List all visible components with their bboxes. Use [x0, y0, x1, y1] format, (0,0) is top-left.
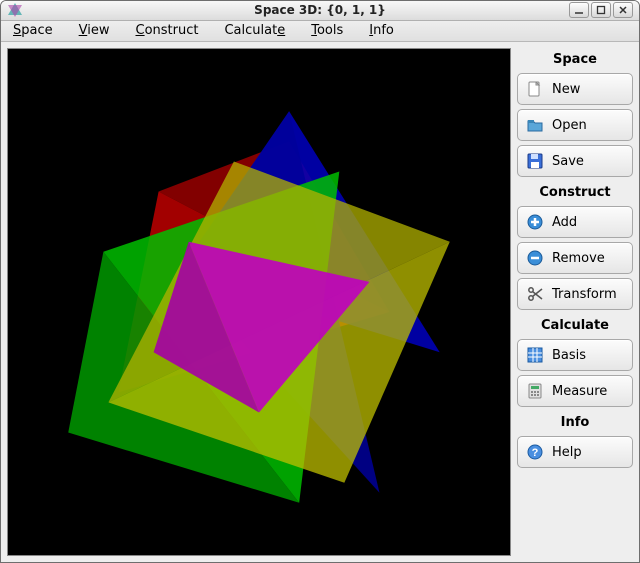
app-icon — [7, 2, 23, 18]
window-controls — [569, 2, 633, 18]
menu-construct[interactable]: Construct — [132, 21, 203, 40]
add-button-label: Add — [552, 215, 577, 230]
close-button[interactable] — [613, 2, 633, 18]
app-window: Space 3D: {0, 1, 1} Space View Construct Ca… — [0, 0, 640, 563]
titlebar: Space 3D: {0, 1, 1} — [1, 1, 639, 21]
floppy-icon — [526, 152, 544, 170]
menu-info[interactable]: Info — [365, 21, 398, 40]
add-button[interactable]: Add — [517, 206, 633, 238]
remove-button-label: Remove — [552, 251, 605, 266]
menu-tools[interactable]: Tools — [307, 21, 347, 40]
grid-icon — [526, 346, 544, 364]
measure-button-label: Measure — [552, 384, 607, 399]
file-icon — [526, 80, 544, 98]
window-title: Space 3D: {0, 1, 1} — [254, 3, 386, 17]
folder-icon — [526, 116, 544, 134]
menu-view[interactable]: View — [75, 21, 114, 40]
scissors-icon — [526, 285, 544, 303]
remove-button[interactable]: Remove — [517, 242, 633, 274]
maximize-button[interactable] — [591, 2, 611, 18]
sidebar: Space New Open Save Construct Add Remove Transf… — [517, 48, 633, 556]
svg-text:?: ? — [532, 447, 539, 459]
sidebar-header-construct: Construct — [517, 181, 633, 202]
calc-icon — [526, 382, 544, 400]
measure-button[interactable]: Measure — [517, 375, 633, 407]
menu-space[interactable]: Space — [9, 21, 57, 40]
sidebar-header-space: Space — [517, 48, 633, 69]
minus-icon — [526, 249, 544, 267]
new-button[interactable]: New — [517, 73, 633, 105]
help-button[interactable]: ? Help — [517, 436, 633, 468]
transform-button[interactable]: Transform — [517, 278, 633, 310]
help-button-label: Help — [552, 445, 582, 460]
open-button-label: Open — [552, 118, 587, 133]
minimize-button[interactable] — [569, 2, 589, 18]
save-button[interactable]: Save — [517, 145, 633, 177]
basis-button-label: Basis — [552, 348, 586, 363]
3d-viewport[interactable] — [7, 48, 511, 556]
help-icon: ? — [526, 443, 544, 461]
menubar: Space View Construct Calculate Tools Info — [1, 21, 639, 42]
content-area: Space New Open Save Construct Add Remove Transf… — [1, 42, 639, 562]
sidebar-header-info: Info — [517, 411, 633, 432]
new-button-label: New — [552, 82, 580, 97]
sidebar-header-calculate: Calculate — [517, 314, 633, 335]
open-button[interactable]: Open — [517, 109, 633, 141]
transform-button-label: Transform — [552, 287, 617, 302]
save-button-label: Save — [552, 154, 584, 169]
plus-icon — [526, 213, 544, 231]
menu-calculate[interactable]: Calculate — [220, 21, 289, 40]
basis-button[interactable]: Basis — [517, 339, 633, 371]
